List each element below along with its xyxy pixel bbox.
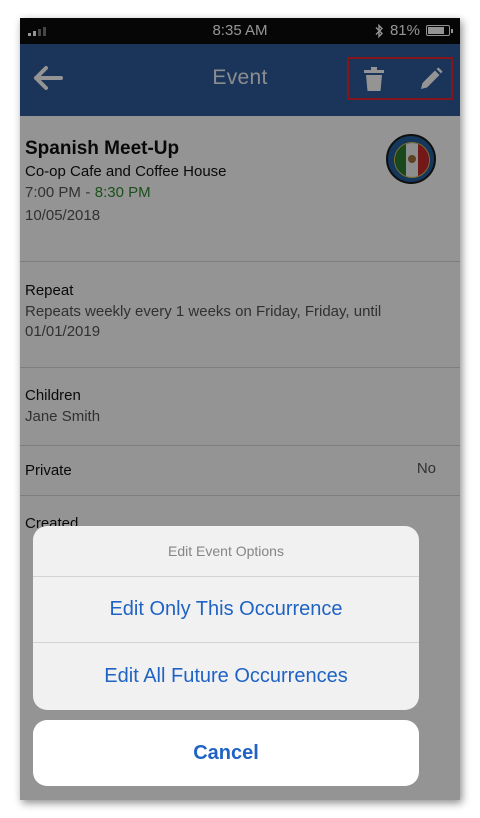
edit-all-future-occurrences-button[interactable]: Edit All Future Occurrences xyxy=(33,643,419,710)
action-sheet-title: Edit Event Options xyxy=(168,543,284,559)
action-sheet: Edit Event Options Edit Only This Occurr… xyxy=(33,526,419,710)
phone-screen: 8:35 AM 81% Event Spanish Meet-Up Co-op … xyxy=(20,18,460,800)
edit-only-this-occurrence-button[interactable]: Edit Only This Occurrence xyxy=(33,576,419,642)
cancel-button[interactable]: Cancel xyxy=(33,720,419,786)
